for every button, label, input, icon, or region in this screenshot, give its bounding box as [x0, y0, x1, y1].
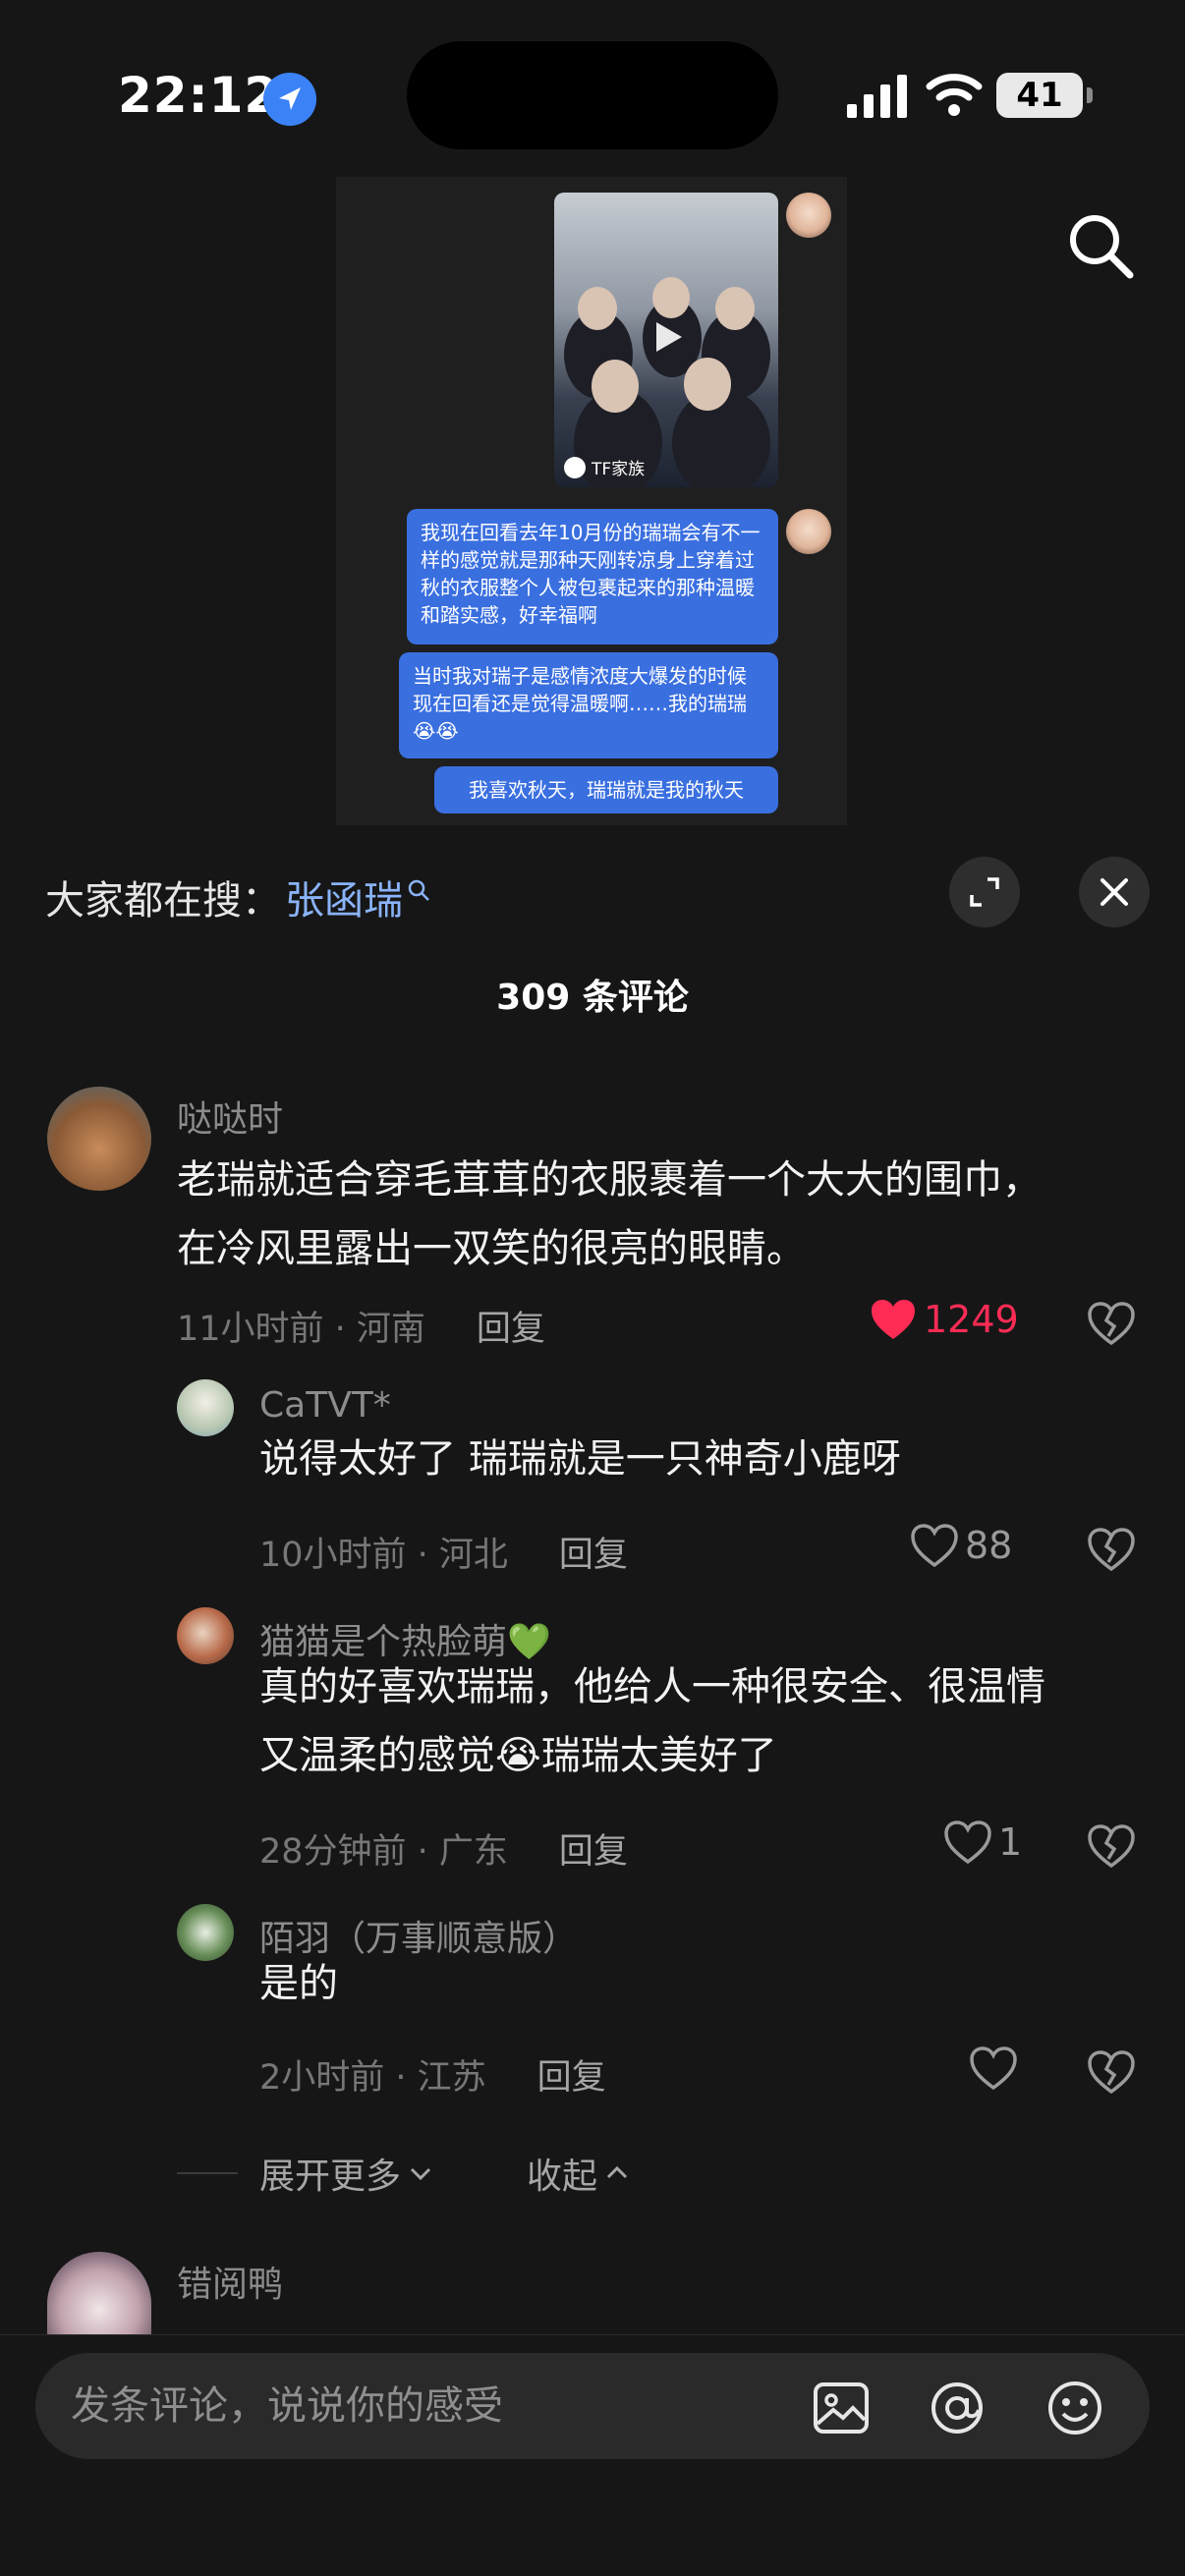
reply-meta: 2小时前 · 江苏 回复 [259, 2049, 606, 2100]
like-button[interactable] [969, 2045, 1018, 2091]
reply-time-location: 10小时前 · 河北 [259, 1536, 508, 1575]
image-icon[interactable] [812, 2380, 871, 2436]
reply-button[interactable]: 回复 [559, 1527, 628, 1577]
like-count: 88 [965, 1524, 1013, 1567]
comment-input[interactable] [71, 2353, 818, 2459]
figure-face [684, 358, 731, 411]
figure-face [715, 287, 755, 330]
comment-text[interactable]: 老瑞就适合穿毛茸茸的衣服裹着一个大大的围巾， 在冷风里露出一双笑的很亮的眼睛。 [177, 1146, 1140, 1283]
comment-text-line: 在冷风里露出一双笑的很亮的眼睛。 [177, 1226, 806, 1271]
chevron-up-icon [606, 2165, 628, 2179]
play-icon[interactable] [649, 318, 686, 356]
emoji-icon[interactable] [1045, 2380, 1104, 2436]
thumb-label-text: TF家族 [592, 460, 646, 479]
like-count: 1 [998, 1820, 1023, 1864]
chat-bubble: 当时我对瑞子是感情浓度大爆发的时候现在回看还是觉得温暖啊……我的瑞瑞😭😭 [399, 652, 778, 758]
avatar[interactable] [47, 2252, 151, 2334]
search-icon[interactable] [1065, 210, 1136, 281]
collapse-button[interactable]: 收起 [527, 2148, 629, 2199]
comment-author[interactable]: 哒哒时 [177, 1091, 283, 1142]
chat-avatar [786, 509, 831, 554]
heart-icon [970, 2046, 1017, 2091]
reply-button[interactable]: 回复 [559, 1823, 628, 1874]
collapse-label: 收起 [527, 2156, 598, 2197]
dislike-icon[interactable] [1087, 1823, 1136, 1869]
close-icon [1100, 878, 1128, 906]
figure-face [578, 287, 617, 330]
comment-input-pill[interactable] [35, 2353, 1150, 2459]
expand-icon [970, 877, 999, 907]
like-button[interactable]: 1 [943, 1820, 1022, 1865]
comment-author[interactable]: 错阅鸭 [177, 2256, 283, 2307]
figure-face [592, 360, 639, 413]
dislike-icon[interactable] [1087, 2049, 1136, 2095]
reply-text[interactable]: 是的 [259, 1949, 1144, 2018]
heart-icon [872, 1300, 915, 1339]
comment-input-bar [0, 2334, 1185, 2576]
battery-indicator: 41 [996, 73, 1093, 118]
reply-text[interactable]: 说得太好了 瑞瑞就是一只神奇小鹿呀 [259, 1425, 1144, 1493]
reply-text-line: 真的好喜欢瑞瑞，他给人一种很安全、很温情 [259, 1664, 1045, 1709]
comment-count: 309 条评论 [496, 978, 689, 1018]
expand-more-button[interactable]: 展开更多 [259, 2148, 432, 2199]
avatar[interactable] [177, 1904, 234, 1961]
reply-text[interactable]: 真的好喜欢瑞瑞，他给人一种很安全、很温情 又温柔的感觉😭瑞瑞太美好了 [259, 1652, 1163, 1790]
video-preview-area[interactable]: 22:12 41 TF家族 我现在回看去年10月份的瑞瑞会有不一样的感觉就是那种… [0, 0, 1185, 825]
chat-bubble: 我现在回看去年10月份的瑞瑞会有不一样的感觉就是那种天刚转凉身上穿着过秋的衣服整… [407, 509, 778, 644]
divider [177, 2172, 238, 2174]
search-icon [408, 879, 429, 901]
hot-search-label: 大家都在搜： [45, 878, 281, 924]
reply-time-location: 2小时前 · 江苏 [259, 2058, 486, 2098]
status-time: 22:12 [118, 67, 280, 124]
like-button[interactable]: 88 [910, 1523, 1012, 1568]
hot-search-term[interactable]: 张函瑞 [285, 868, 403, 925]
like-count: 1249 [924, 1298, 1019, 1341]
like-button[interactable]: 1249 [869, 1297, 1019, 1342]
reply-text-line: 说得太好了 瑞瑞就是一只神奇小鹿呀 [259, 1436, 901, 1482]
avatar[interactable] [47, 1087, 151, 1191]
heart-icon [911, 1524, 958, 1568]
comment-time-location: 11小时前 · 河南 [177, 1310, 425, 1349]
reply-author[interactable]: CaTVT* [259, 1385, 391, 1426]
wifi-icon [926, 74, 983, 116]
dislike-icon[interactable] [1087, 1527, 1136, 1572]
reply-meta: 28分钟前 · 广东 回复 [259, 1823, 628, 1874]
location-icon [263, 73, 316, 126]
comment-sheet: 大家都在搜： 张函瑞 309 条评论 哒哒时 老瑞就适合穿毛茸茸的衣服裹着一个大… [0, 825, 1185, 2576]
at-icon[interactable] [928, 2380, 987, 2436]
chevron-down-icon [410, 2167, 431, 2181]
brand-logo [564, 456, 586, 478]
reply-meta: 10小时前 · 河北 回复 [259, 1527, 628, 1577]
dynamic-island [407, 41, 778, 149]
reply-time-location: 28分钟前 · 广东 [259, 1832, 508, 1872]
video-thumbnail[interactable]: TF家族 [554, 193, 778, 487]
chat-bubble: 我喜欢秋天，瑞瑞就是我的秋天 [434, 766, 778, 813]
avatar[interactable] [177, 1379, 234, 1436]
thumb-label: TF家族 [564, 455, 645, 479]
avatar[interactable] [177, 1607, 234, 1664]
figure-face [652, 277, 690, 318]
reply-text-line: 又温柔的感觉😭瑞瑞太美好了 [259, 1733, 777, 1778]
expand-button[interactable] [949, 857, 1020, 927]
reply-button[interactable]: 回复 [477, 1301, 545, 1351]
heart-icon [944, 1820, 991, 1865]
dislike-icon[interactable] [1087, 1301, 1136, 1346]
replies-controls: 展开更多 收起 [177, 2148, 629, 2199]
comment-text-line: 老瑞就适合穿毛茸茸的衣服裹着一个大大的围巾， [177, 1157, 1042, 1203]
expand-more-label: 展开更多 [259, 2156, 402, 2197]
comment-meta: 11小时前 · 河南 回复 [177, 1301, 545, 1351]
reply-text-line: 是的 [259, 1961, 338, 2006]
hot-search-link[interactable]: 大家都在搜： 张函瑞 [45, 868, 430, 925]
chat-avatar [786, 193, 831, 238]
close-button[interactable] [1079, 857, 1150, 927]
reply-button[interactable]: 回复 [537, 2049, 606, 2100]
signal-icon [847, 75, 907, 118]
